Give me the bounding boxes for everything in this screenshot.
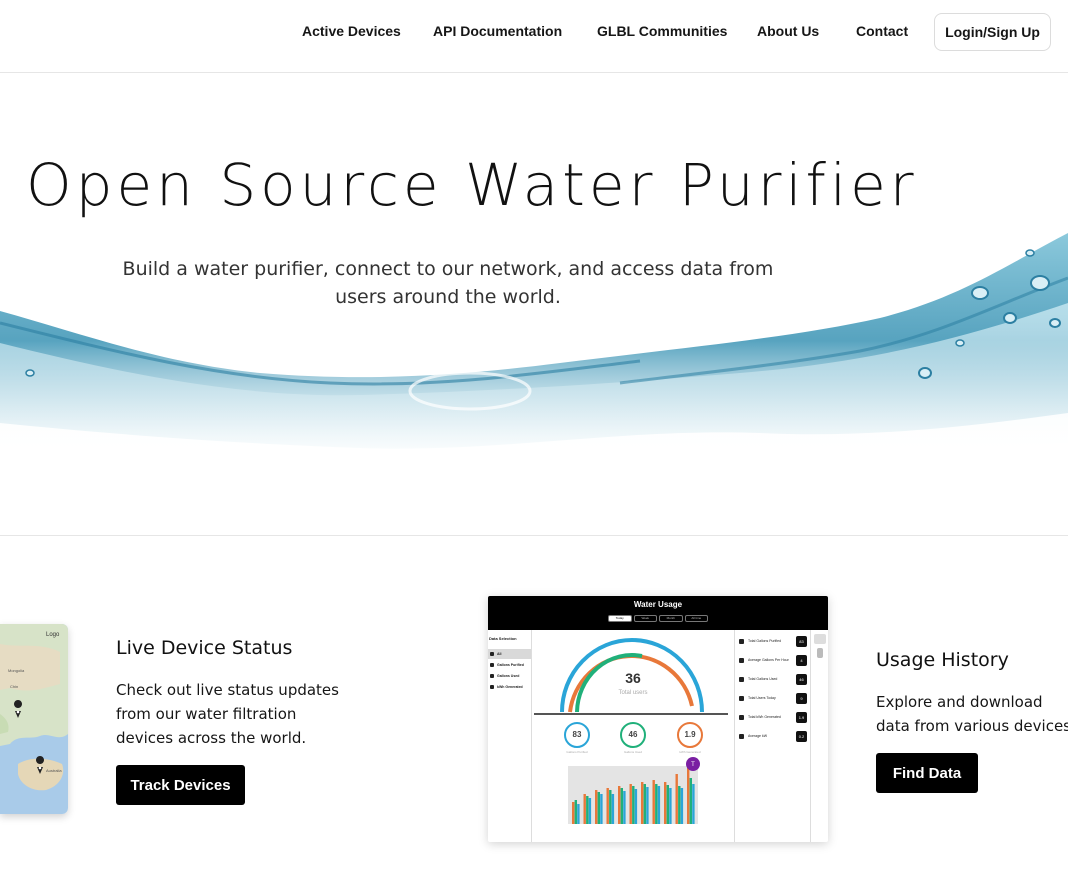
chart-bar — [646, 787, 649, 824]
download-icon — [817, 648, 823, 658]
sidebar-item-kwh-generated: kWh Generated — [488, 682, 531, 692]
track-devices-button[interactable]: Track Devices — [116, 765, 245, 805]
chart-bar — [574, 800, 577, 824]
sidebar-heading: Data Selection — [489, 636, 517, 641]
map-label-mongolia: Mongolia — [8, 668, 25, 673]
filter-icon — [739, 639, 744, 644]
nav-about-us[interactable]: About Us — [757, 23, 819, 39]
chart-bar — [689, 778, 692, 824]
ring-gallons-used: 46 — [620, 722, 646, 748]
bolt-icon — [739, 734, 744, 739]
chart-bar — [687, 762, 690, 824]
chart-bar — [657, 786, 661, 824]
drop-icon — [490, 674, 494, 678]
map-preview-image[interactable]: Logo Mongolia Chin Australia — [0, 624, 68, 814]
ring-label: Gallons Used — [623, 750, 642, 754]
chart-bar — [586, 796, 589, 824]
ring-gallons-purified: 83 — [564, 722, 590, 748]
hero-title: Open Source Water Purifier — [26, 151, 918, 219]
chart-bar — [609, 790, 612, 824]
ring-kwh-generated: 1.9 — [677, 722, 703, 748]
tab-today: Today — [608, 615, 632, 622]
stat-row: Total Gallons Purified 83 — [737, 636, 809, 648]
chart-bar — [611, 794, 615, 824]
find-data-button[interactable]: Find Data — [876, 753, 978, 793]
tab-week: Week — [633, 615, 657, 622]
chart-bar — [623, 791, 626, 824]
check-icon — [490, 652, 494, 656]
stat-row: Average Gallons Per Hour 4 — [737, 655, 809, 667]
filter-icon — [490, 663, 494, 667]
drop-icon — [739, 677, 744, 682]
nav-glbl-communities[interactable]: GLBL Communities — [597, 23, 727, 39]
dashboard-tabs: Today Week Month All time — [608, 615, 708, 622]
stat-row: Total Users Today 9 — [737, 693, 809, 705]
chart-bar — [620, 788, 623, 824]
sun-icon — [490, 685, 494, 689]
dashboard-sidebar: Data Selection All Gallons Purified Gall… — [488, 630, 532, 842]
sidebar-item-gallons-used: Gallons Used — [488, 671, 531, 681]
chart-bar — [678, 786, 681, 824]
battery-icon — [739, 715, 744, 720]
chart-bar — [595, 790, 598, 824]
users-icon — [739, 696, 744, 701]
stat-row: Total Gallons Used 46 — [737, 674, 809, 686]
nav-api-documentation[interactable]: API Documentation — [433, 23, 562, 39]
gauge-label: Total users — [618, 690, 648, 696]
dashboard-main-panel: 36 Total users 83 46 1.9 Gallons Purifie… — [532, 630, 734, 842]
login-signup-button[interactable]: Login/Sign Up — [934, 13, 1051, 51]
chart-bar — [632, 786, 635, 824]
tab-all-time: All time — [684, 615, 708, 622]
trend-icon — [814, 634, 826, 644]
chart-bar — [680, 788, 684, 824]
chart-bar — [643, 784, 646, 824]
chart-bar — [666, 785, 669, 824]
chart-bar — [606, 788, 609, 824]
chart-bar — [655, 784, 658, 824]
stat-row: Average kW 0.2 — [737, 731, 809, 743]
hero-section: Open Source Water Purifier Build a water… — [0, 73, 1068, 536]
chart-bar — [577, 804, 580, 824]
chart-bar — [597, 792, 600, 824]
chart-bar — [583, 794, 586, 824]
gauge-value: 36 — [625, 670, 641, 686]
chart-bar — [664, 782, 667, 824]
usage-history-text: Explore and download data from various d… — [876, 693, 1068, 735]
chart-bar — [675, 774, 678, 824]
sidebar-item-all: All — [488, 649, 531, 659]
hero-subtitle: Build a water purifier, connect to our n… — [122, 258, 774, 308]
chart-bar — [634, 789, 638, 824]
dashboard-rail — [810, 630, 828, 842]
chart-bar — [600, 794, 603, 824]
pulse-icon — [739, 658, 744, 663]
nav-active-devices[interactable]: Active Devices — [302, 23, 401, 39]
map-label-australia: Australia — [46, 768, 62, 773]
usage-history-title: Usage History — [876, 649, 1009, 671]
map-label-china: Chin — [10, 684, 18, 689]
chart-bar — [652, 780, 655, 824]
ring-label: Gallons Purified — [566, 750, 588, 754]
nav-contact[interactable]: Contact — [856, 23, 908, 39]
usage-bar-chart: T — [568, 757, 700, 824]
avatar-initial: T — [691, 762, 695, 768]
dashboard-header: Water Usage Today Week Month All time — [488, 596, 828, 630]
sidebar-item-gallons-purified: Gallons Purified — [488, 660, 531, 670]
chart-bar — [572, 802, 575, 824]
live-device-status-text: Check out live status updates from our w… — [116, 681, 339, 747]
chart-bar — [641, 782, 644, 824]
tab-month: Month — [659, 615, 683, 622]
stat-row: Total kWh Generated 1.9 — [737, 712, 809, 724]
ring-label: kWh Generated — [679, 750, 701, 754]
chart-bar — [692, 784, 695, 824]
chart-bar — [618, 786, 621, 824]
water-usage-dashboard-preview[interactable]: Water Usage Today Week Month All time Da… — [488, 596, 828, 842]
chart-bar — [669, 788, 672, 824]
top-navbar: Active Devices API Documentation GLBL Co… — [0, 0, 1068, 73]
dashboard-title: Water Usage — [633, 600, 683, 609]
live-device-status-title: Live Device Status — [116, 637, 293, 659]
chart-bar — [629, 784, 632, 824]
chart-bar — [588, 798, 592, 824]
map-label-logo: Logo — [46, 632, 60, 638]
